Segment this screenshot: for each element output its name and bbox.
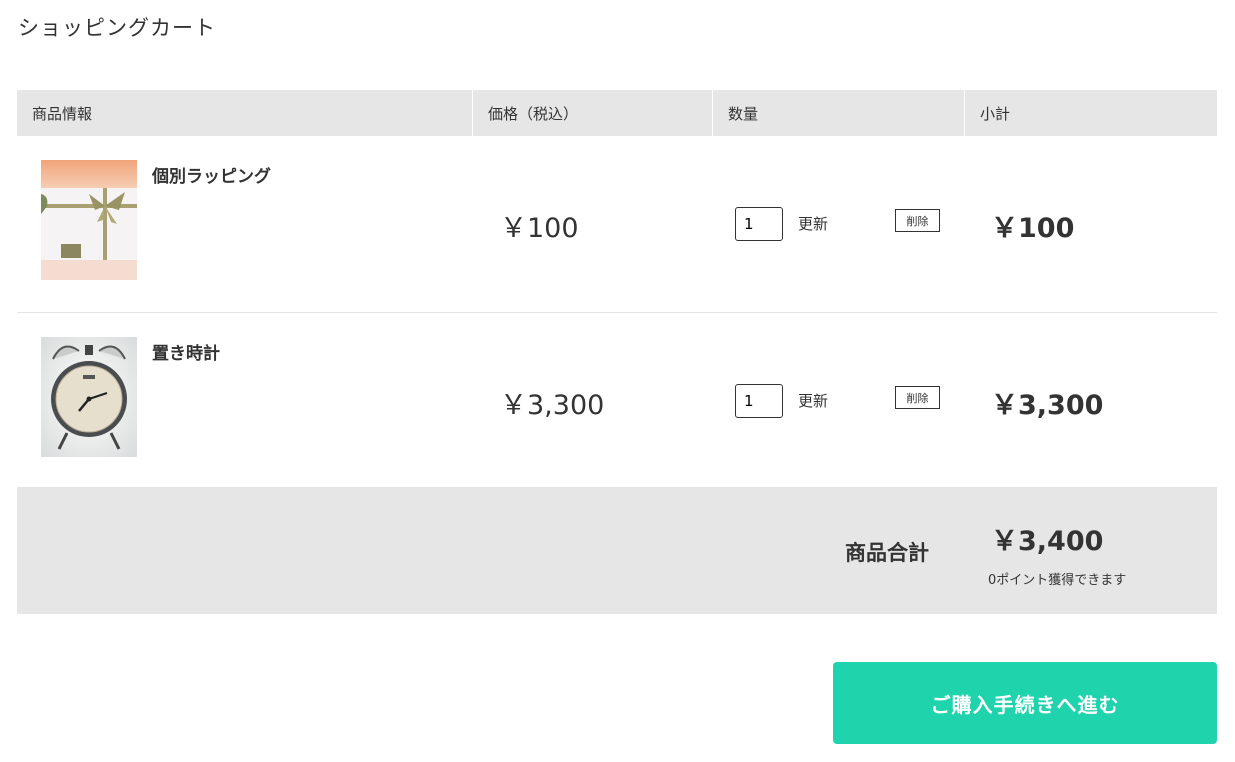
product-name[interactable]: 個別ラッピング — [152, 162, 271, 187]
delete-button[interactable]: 削除 — [895, 209, 940, 232]
checkout-button[interactable]: ご購入手続きへ進む — [833, 662, 1217, 744]
quantity-input[interactable] — [735, 207, 783, 241]
item-subtotal: ￥3,300 — [991, 390, 1104, 421]
unit-price: ￥3,300 — [500, 390, 605, 421]
unit-price: ￥100 — [500, 213, 579, 244]
product-name[interactable]: 置き時計 — [152, 339, 220, 364]
header-price: 価格（税込） — [472, 90, 712, 136]
total-value: ￥3,400 — [991, 526, 1104, 557]
delete-button[interactable]: 削除 — [895, 386, 940, 409]
header-product-info: 商品情報 — [32, 104, 93, 123]
cart-table-header: 商品情報 価格（税込） 数量 小計 — [17, 90, 1217, 136]
cart-total-section: 商品合計 ￥3,400 0ポイント獲得できます — [17, 487, 1217, 614]
page-title: ショッピングカート — [18, 16, 216, 40]
cart-page: ショッピングカート 商品情報 価格（税込） 数量 小計 個別ラッピング ￥100… — [0, 0, 1235, 762]
quantity-input[interactable] — [735, 384, 783, 418]
update-button[interactable]: 更新 — [798, 390, 828, 411]
cart-item-row: 個別ラッピング ￥100 更新 削除 ￥100 — [17, 136, 1217, 313]
header-quantity: 数量 — [712, 90, 964, 136]
gift-wrapping-image[interactable] — [41, 160, 137, 280]
header-subtotal: 小計 — [964, 90, 1217, 136]
points-note: 0ポイント獲得できます — [988, 573, 1127, 588]
cart-table: 商品情報 価格（税込） 数量 小計 個別ラッピング ￥100 1 更新 削除 ￥… — [17, 90, 1217, 488]
update-button[interactable]: 更新 — [798, 213, 828, 234]
total-label: 商品合計 — [845, 541, 929, 565]
alarm-clock-image[interactable] — [41, 337, 137, 457]
item-subtotal: ￥100 — [991, 213, 1075, 244]
cart-item-row: 置き時計 ￥3,300 更新 削除 ￥3,300 — [17, 313, 1217, 488]
